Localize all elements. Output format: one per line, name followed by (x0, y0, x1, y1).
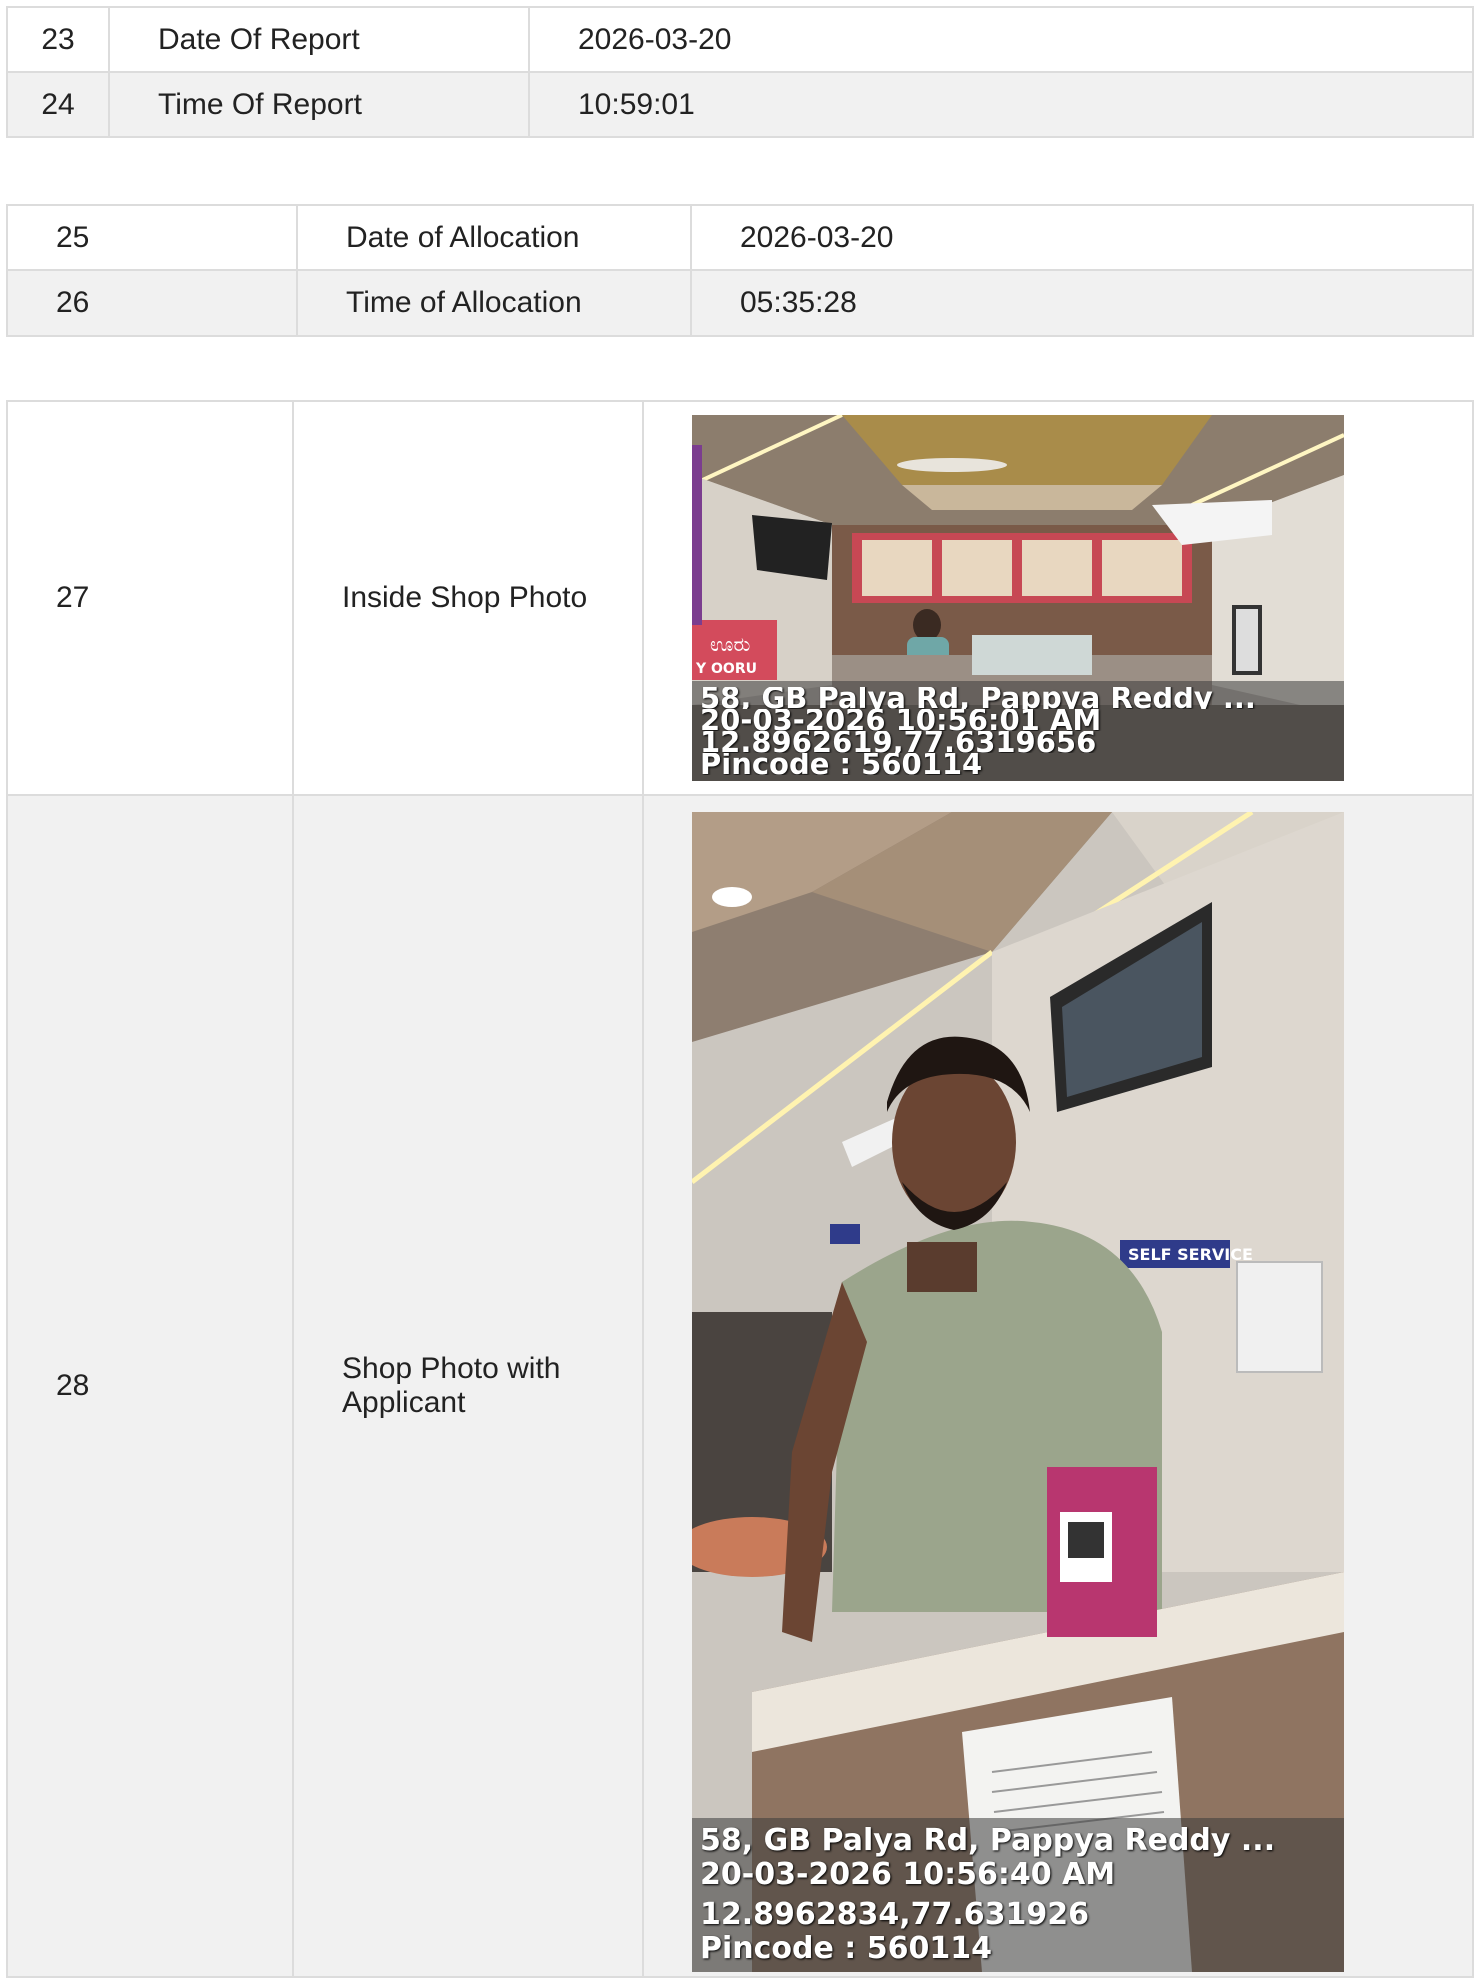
table-row: 27 Inside Shop Photo ಊರು Y OORU 58, GB P… (6, 400, 1474, 796)
field-value: 05:35:28 (690, 269, 1474, 337)
signage-board-text: ಊರು (710, 632, 750, 656)
stamp-address: 58, GB Palya Rd, Pappya Reddy ... (700, 1824, 1276, 1858)
field-label: Time Of Report (108, 71, 530, 138)
table-row: 23 Date Of Report 2026-03-20 (6, 6, 1474, 73)
field-value: 2026-03-20 (528, 6, 1474, 73)
field-label: Date Of Report (108, 6, 530, 73)
table-row: 25 Date of Allocation 2026-03-20 (6, 204, 1474, 271)
photo-cell: SELF SERVICE 58, GB Palya Rd, Pappya Red… (642, 794, 1474, 1978)
shop-photo-with-applicant-image: SELF SERVICE (692, 812, 1344, 1972)
field-label: Shop Photo with Applicant (292, 794, 644, 1978)
field-label: Time of Allocation (296, 269, 692, 337)
row-number: 28 (6, 794, 294, 1978)
row-number: 26 (6, 269, 298, 337)
stamp-coordinates: 12.8962619,77.6319656 (700, 731, 1097, 753)
allocation-table: 25 Date of Allocation 2026-03-20 26 Time… (6, 204, 1474, 337)
table-row: 28 Shop Photo with Applicant SELF SERVIC… (6, 794, 1474, 1978)
photo-stamp: 58, GB Palya Rd, Pappya Reddy ... 20-03-… (692, 681, 1344, 781)
photo-stamp: 58, GB Palya Rd, Pappya Reddy ... 20-03-… (692, 1818, 1344, 1972)
field-value: 10:59:01 (528, 71, 1474, 138)
row-number: 23 (6, 6, 110, 73)
stamp-datetime: 20-03-2026 10:56:01 AM (700, 709, 1102, 731)
table-row: 26 Time of Allocation 05:35:28 (6, 269, 1474, 337)
signage-board-subtext: Y OORU (695, 661, 757, 677)
inside-shop-photo: ಊರು Y OORU 58, GB Palya Rd, Pappya Reddy… (692, 415, 1344, 781)
row-number: 25 (6, 204, 298, 271)
field-label: Date of Allocation (296, 204, 692, 271)
field-value: 2026-03-20 (690, 204, 1474, 271)
signage-self-service: SELF SERVICE (1128, 1245, 1253, 1264)
stamp-pincode: Pincode : 560114 (700, 1932, 992, 1966)
table-row: 24 Time Of Report 10:59:01 (6, 71, 1474, 138)
stamp-datetime: 20-03-2026 10:56:40 AM (700, 1858, 1116, 1892)
field-label: Inside Shop Photo (292, 400, 644, 796)
stamp-address: 58, GB Palya Rd, Pappya Reddy ... (700, 687, 1256, 709)
row-number: 27 (6, 400, 294, 796)
stamp-coordinates: 12.8962834,77.631926 (700, 1898, 1090, 1932)
photo-cell: ಊರು Y OORU 58, GB Palya Rd, Pappya Reddy… (642, 400, 1474, 796)
shop-photo-with-applicant: SELF SERVICE 58, GB Palya Rd, Pappya Red… (692, 812, 1344, 1972)
report-table: 23 Date Of Report 2026-03-20 24 Time Of … (6, 6, 1474, 138)
photo-table: 27 Inside Shop Photo ಊರು Y OORU 58, GB P… (6, 400, 1474, 1978)
stamp-pincode: Pincode : 560114 (700, 753, 983, 775)
row-number: 24 (6, 71, 110, 138)
